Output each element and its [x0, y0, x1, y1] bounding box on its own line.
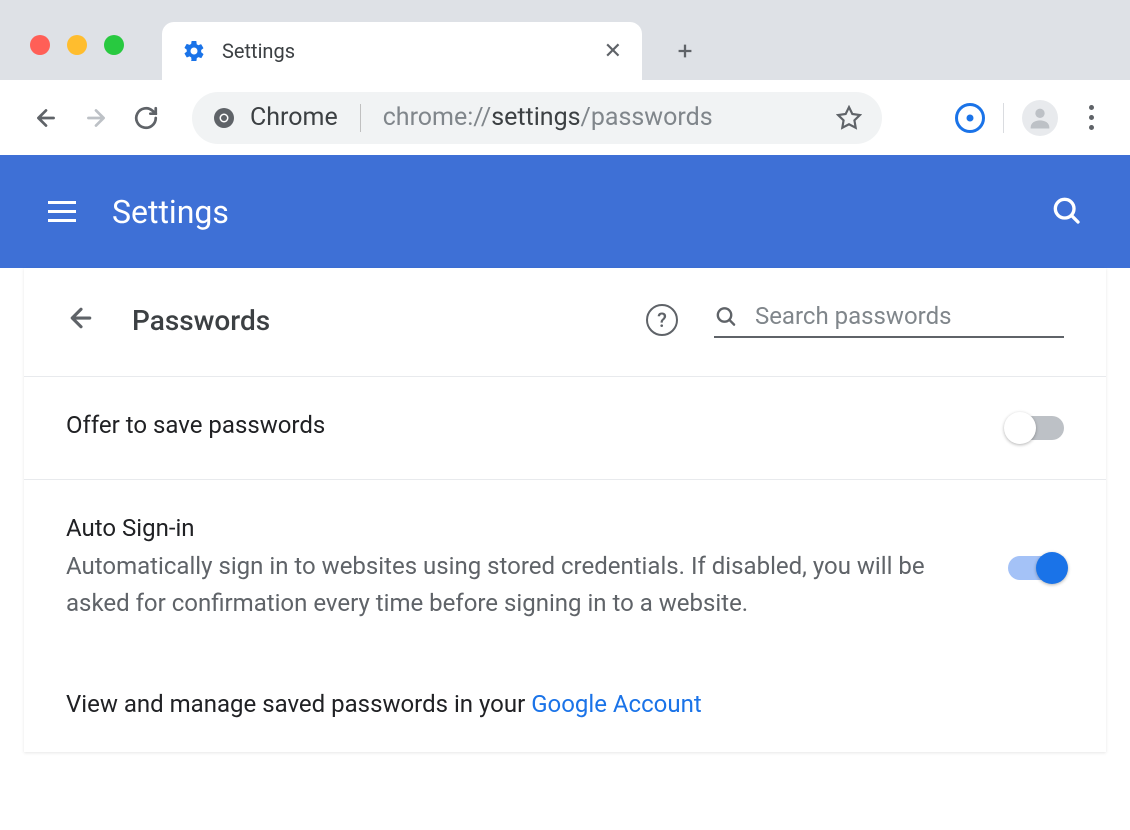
auto-signin-row: Auto Sign-in Automatically sign in to we… [24, 479, 1106, 656]
google-account-link-row: View and manage saved passwords in your … [24, 656, 1106, 752]
search-passwords-field[interactable] [714, 302, 1064, 338]
setting-title: Offer to save passwords [66, 411, 968, 439]
profile-avatar[interactable] [1022, 100, 1058, 136]
close-window-button[interactable] [30, 35, 50, 55]
url-scheme-label: Chrome [250, 103, 338, 132]
browser-tab[interactable]: Settings ✕ [162, 22, 642, 80]
settings-card: Passwords ? Offer to save passwords Auto… [24, 268, 1106, 752]
link-prefix-text: View and manage saved passwords in your [66, 690, 531, 718]
titlebar: Settings ✕ [0, 0, 1130, 80]
page-header: Passwords ? [24, 302, 1106, 376]
minimize-window-button[interactable] [67, 35, 87, 55]
forward-button[interactable] [74, 96, 118, 140]
search-icon [714, 303, 737, 329]
reload-button[interactable] [124, 96, 168, 140]
auto-signin-toggle[interactable] [1008, 556, 1064, 580]
gear-icon [182, 39, 206, 63]
browser-toolbar: Chrome chrome://settings/passwords [0, 80, 1130, 155]
close-tab-button[interactable]: ✕ [604, 39, 622, 64]
page-title: Passwords [132, 304, 270, 337]
kebab-menu-button[interactable] [1076, 105, 1106, 130]
new-tab-button[interactable] [672, 38, 698, 64]
bookmark-star-icon[interactable] [836, 105, 862, 131]
google-account-link[interactable]: Google Account [531, 690, 702, 718]
back-button[interactable] [24, 96, 68, 140]
tab-title: Settings [222, 39, 604, 63]
setting-description: Automatically sign in to websites using … [66, 548, 968, 622]
app-title: Settings [112, 193, 229, 231]
hamburger-menu-button[interactable] [48, 201, 76, 222]
chrome-icon [212, 106, 236, 130]
offer-save-passwords-toggle[interactable] [1008, 416, 1064, 440]
separator [1003, 103, 1004, 133]
extension-icon[interactable] [955, 103, 985, 133]
window-controls [30, 35, 124, 55]
separator [360, 104, 361, 132]
maximize-window-button[interactable] [104, 35, 124, 55]
setting-title: Auto Sign-in [66, 514, 968, 542]
help-icon[interactable]: ? [646, 304, 678, 336]
settings-app-header: Settings [0, 155, 1130, 268]
url-text: chrome://settings/passwords [383, 103, 822, 132]
header-search-button[interactable] [1050, 194, 1082, 230]
offer-save-passwords-row: Offer to save passwords [24, 376, 1106, 479]
search-passwords-input[interactable] [755, 302, 1064, 330]
address-bar[interactable]: Chrome chrome://settings/passwords [192, 92, 882, 144]
back-arrow-button[interactable] [66, 303, 96, 337]
